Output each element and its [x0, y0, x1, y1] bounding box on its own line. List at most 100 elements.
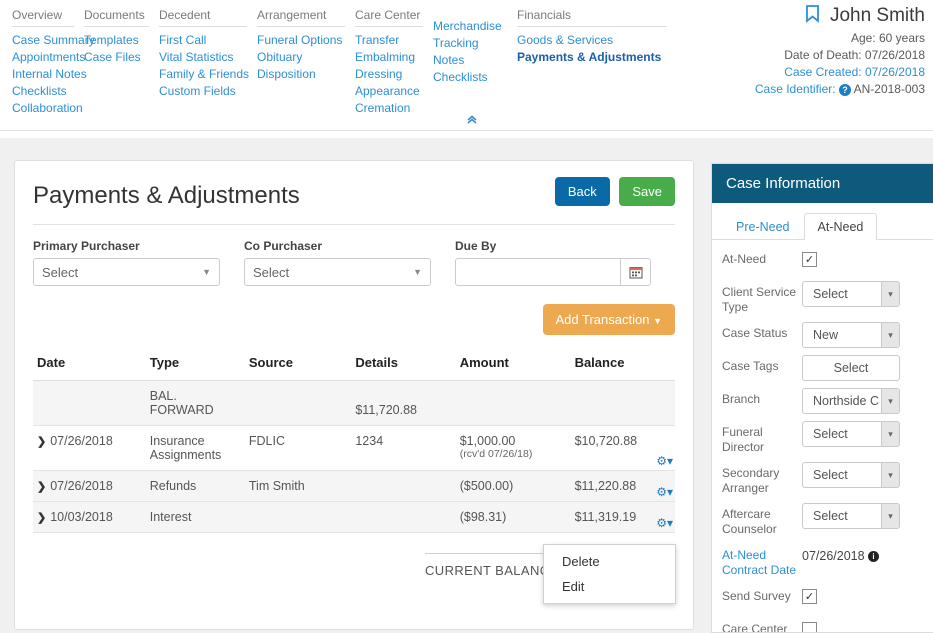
nav-link-vital-statistics[interactable]: Vital Statistics	[159, 49, 257, 66]
cell-type: Refunds	[145, 470, 245, 502]
sidebar-label: Case Tags	[722, 359, 779, 373]
case-tags-value: Select	[833, 361, 869, 375]
co-purchaser-label: Co Purchaser	[244, 239, 323, 253]
cell-details	[351, 501, 456, 533]
sidebar-body: At-Need ✓ Client Service Type Select ▾ C…	[712, 240, 933, 632]
sidebar-row-client-service-type: Client Service Type Select ▾	[722, 281, 933, 315]
save-button[interactable]: Save	[619, 177, 675, 206]
row-actions-gear-icon[interactable]: ⚙▾	[656, 454, 673, 468]
bookmark-icon[interactable]	[804, 4, 821, 30]
tab-pre-need[interactable]: Pre-Need	[722, 213, 804, 240]
sidebar-label: Send Survey	[722, 589, 791, 603]
cell-date: ❯ 07/26/2018	[33, 470, 146, 502]
send-survey-checkbox[interactable]: ✓	[802, 589, 817, 604]
sidebar-tabs: Pre-Need At-Need	[712, 203, 933, 240]
column-header-type: Type	[145, 349, 245, 381]
cell-amount	[455, 380, 571, 426]
cell-amount: ($98.31)	[455, 501, 571, 533]
nav-link-collaboration[interactable]: Collaboration	[12, 100, 84, 117]
nav-link-notes[interactable]: Notes	[433, 52, 517, 69]
tab-at-need[interactable]: At-Need	[803, 213, 878, 240]
nav-link-first-call[interactable]: First Call	[159, 32, 257, 49]
context-menu-item-edit[interactable]: Edit	[544, 574, 675, 599]
add-transaction-row: Add Transaction ▼	[33, 304, 675, 335]
secondary-arranger-select[interactable]: Select ▾	[802, 462, 900, 488]
cell-balance	[570, 380, 675, 426]
collapse-nav-icon[interactable]	[462, 113, 482, 131]
nav-link-case-summary[interactable]: Case Summary	[12, 32, 95, 49]
expand-row-icon[interactable]: ❯	[37, 436, 46, 448]
info-icon[interactable]: i	[868, 551, 880, 562]
co-purchaser-select[interactable]: Select ▼	[244, 258, 431, 286]
nav-link-dressing[interactable]: Dressing	[355, 66, 433, 83]
transactions-table: Date Type Source Details Amount Balance …	[33, 349, 675, 533]
funeral-director-select[interactable]: Select ▾	[802, 421, 900, 447]
nav-link-funeral-options[interactable]: Funeral Options	[257, 32, 355, 49]
due-by-input[interactable]	[455, 258, 620, 286]
cell-balance-value: $11,319.19	[574, 510, 637, 524]
branch-select[interactable]: Northside C ▾	[802, 388, 900, 414]
current-balance-label: CURRENT BALANCE	[425, 563, 559, 578]
nav-link-tracking[interactable]: Tracking	[433, 35, 517, 52]
case-status-select[interactable]: New ▾	[802, 322, 900, 348]
nav-link-custom-fields[interactable]: Custom Fields	[159, 83, 257, 100]
due-by-label: Due By	[455, 239, 497, 253]
cell-source: FDLIC	[244, 425, 352, 471]
row-actions-gear-icon[interactable]: ⚙▾	[656, 485, 673, 499]
nav-link-templates[interactable]: Templates	[84, 32, 159, 49]
row-actions-context-menu: Delete Edit	[543, 544, 676, 604]
caret-down-icon: ▼	[653, 316, 662, 326]
nav-link-obituary[interactable]: Obituary	[257, 49, 355, 66]
nav-link-appearance[interactable]: Appearance	[355, 83, 433, 100]
help-icon[interactable]: ?	[838, 84, 851, 96]
back-button[interactable]: Back	[554, 177, 610, 206]
cell-date-text: 07/26/2018	[50, 479, 113, 493]
nav-link-case-files[interactable]: Case Files	[84, 49, 159, 66]
nav-link-care-checklists[interactable]: Checklists	[433, 69, 517, 86]
sidebar-label: Funeral Director	[722, 425, 765, 454]
sidebar-label: At-Need	[722, 252, 767, 266]
expand-row-icon[interactable]: ❯	[37, 481, 46, 493]
nav-link-embalming[interactable]: Embalming	[355, 49, 433, 66]
nav-link-merchandise[interactable]: Merchandise	[433, 18, 517, 35]
cell-amount-note: (rcv'd 07/26/18)	[459, 448, 533, 460]
sidebar-label-link[interactable]: At-Need Contract Date	[722, 544, 802, 578]
add-transaction-button[interactable]: Add Transaction ▼	[542, 304, 675, 335]
nav-link-transfer[interactable]: Transfer	[355, 32, 433, 49]
sidebar-label: Branch	[722, 392, 761, 406]
nav-link-disposition[interactable]: Disposition	[257, 66, 355, 83]
nav-group-documents: Documents Templates Case Files	[84, 8, 159, 117]
panel-header: Payments & Adjustments Back Save	[33, 177, 675, 210]
cell-details	[351, 470, 456, 502]
nav-group-title: Documents	[84, 8, 149, 27]
primary-purchaser-select[interactable]: Select ▼	[33, 258, 220, 286]
table-row: BAL. FORWARD $11,720.88	[33, 380, 675, 426]
nav-link-cremation[interactable]: Cremation	[355, 100, 433, 117]
nav-group-title: Care Center	[355, 8, 423, 27]
at-need-checkbox[interactable]: ✓	[802, 252, 817, 267]
client-service-type-select[interactable]: Select ▾	[802, 281, 900, 307]
cell-balance: $10,720.88 ⚙▾	[570, 425, 675, 471]
expand-row-icon[interactable]: ❯	[37, 512, 46, 524]
table-header-row: Date Type Source Details Amount Balance	[33, 349, 675, 381]
nav-link-internal-notes[interactable]: Internal Notes	[12, 66, 87, 83]
context-menu-item-delete[interactable]: Delete	[544, 549, 675, 574]
table-row: ❯ 07/26/2018 Insurance Assignments FDLIC …	[33, 425, 675, 471]
care-center-tracking-checkbox[interactable]	[802, 622, 817, 632]
cell-amount: ($500.00)	[455, 470, 571, 502]
sidebar-label: Case Status	[722, 326, 788, 340]
table-row: ❯ 07/26/2018 Refunds Tim Smith ($500.00) …	[33, 470, 675, 502]
nav-link-checklists[interactable]: Checklists	[12, 83, 84, 100]
cell-amount: $1,000.00 (rcv'd 07/26/18)	[455, 425, 571, 471]
aftercare-counselor-select[interactable]: Select ▾	[802, 503, 900, 529]
chevron-down-icon: ▾	[881, 422, 899, 446]
nav-group-title: Overview	[12, 8, 74, 27]
nav-link-family-friends[interactable]: Family & Friends	[159, 66, 257, 83]
nav-group-care-center: Care Center Transfer Embalming Dressing …	[355, 8, 517, 117]
row-actions-gear-icon[interactable]: ⚙▾	[656, 516, 673, 530]
nav-link-appointments[interactable]: Appointments	[12, 49, 85, 66]
case-tags-input[interactable]: Select	[802, 355, 900, 381]
calendar-icon[interactable]	[620, 258, 651, 286]
nav-divider	[0, 130, 933, 131]
case-created[interactable]: Case Created: 07/26/2018	[595, 64, 925, 81]
